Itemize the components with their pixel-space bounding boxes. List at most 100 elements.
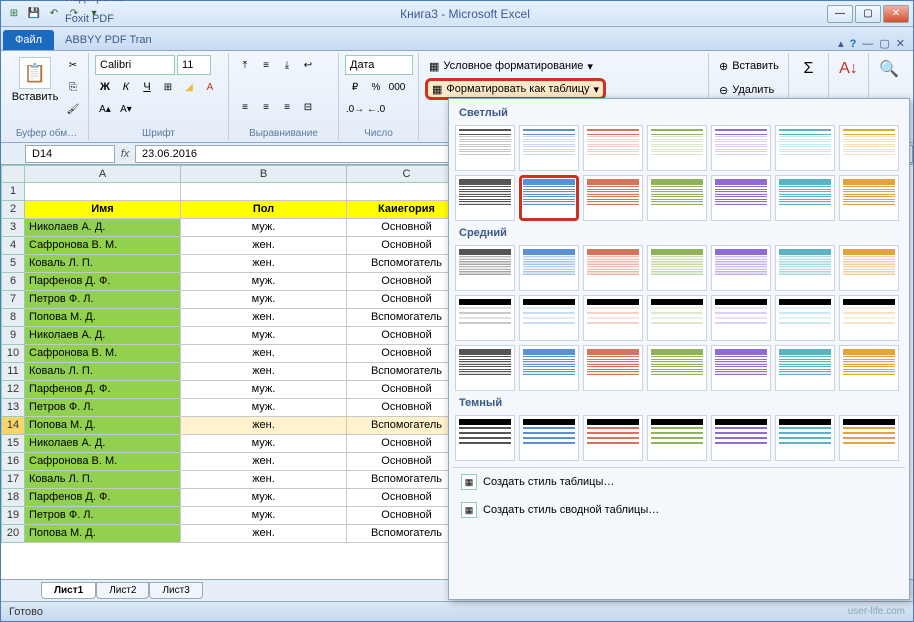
row-header[interactable]: 18 (1, 489, 25, 507)
new-pivot-style-button[interactable]: ▦ Создать стиль сводной таблицы… (453, 496, 905, 524)
cell[interactable]: Коваль Л. П. (25, 363, 181, 381)
mdi-close-icon[interactable]: ✕ (896, 37, 905, 50)
row-header[interactable]: 10 (1, 345, 25, 363)
row-header[interactable]: 1 (1, 183, 25, 201)
cell[interactable]: Петров Ф. Л. (25, 399, 181, 417)
decrease-decimal-icon[interactable]: ←.0 (366, 99, 386, 119)
cell[interactable]: Петров Ф. Л. (25, 507, 181, 525)
cell[interactable]: Николаев А. Д. (25, 435, 181, 453)
row-header[interactable]: 6 (1, 273, 25, 291)
table-style-option[interactable] (647, 125, 707, 171)
cell[interactable] (25, 183, 181, 201)
row-header[interactable]: 3 (1, 219, 25, 237)
cell[interactable]: Парфенов Д. Ф. (25, 381, 181, 399)
table-style-option[interactable] (519, 345, 579, 391)
align-center-icon[interactable]: ≡ (256, 97, 276, 117)
increase-font-icon[interactable]: A▴ (95, 99, 115, 119)
cell[interactable]: Парфенов Д. Ф. (25, 489, 181, 507)
table-style-option[interactable] (775, 125, 835, 171)
row-header[interactable]: 12 (1, 381, 25, 399)
row-header[interactable]: 15 (1, 435, 25, 453)
conditional-formatting-button[interactable]: ▦ Условное форматирование▾ (425, 55, 597, 77)
cell[interactable]: муж. (181, 327, 347, 345)
ribbon-tab[interactable]: Foxit PDF (56, 8, 161, 29)
table-style-option[interactable] (839, 175, 899, 221)
table-style-option[interactable] (583, 175, 643, 221)
table-style-option[interactable] (583, 345, 643, 391)
cell[interactable]: Николаев А. Д. (25, 327, 181, 345)
font-name-combo[interactable]: Calibri (95, 55, 175, 75)
mdi-min-icon[interactable]: — (862, 38, 873, 50)
cell[interactable]: жен. (181, 309, 347, 327)
cell[interactable]: Сафронова В. М. (25, 453, 181, 471)
table-style-option[interactable] (519, 415, 579, 461)
table-style-option[interactable] (711, 245, 771, 291)
table-style-option[interactable] (711, 345, 771, 391)
table-style-option[interactable] (455, 245, 515, 291)
cell[interactable]: муж. (181, 291, 347, 309)
table-style-option[interactable] (519, 175, 579, 221)
column-header[interactable]: A (25, 165, 181, 183)
row-header[interactable]: 8 (1, 309, 25, 327)
cell[interactable]: жен. (181, 255, 347, 273)
border-button[interactable]: ⊞ (158, 77, 178, 97)
table-style-option[interactable] (711, 295, 771, 341)
increase-decimal-icon[interactable]: .0→ (345, 99, 365, 119)
align-middle-icon[interactable]: ≡ (256, 55, 276, 75)
format-as-table-button[interactable]: ▦ Форматировать как таблицу▾ (425, 78, 606, 100)
cell[interactable]: Парфенов Д. Ф. (25, 273, 181, 291)
bold-button[interactable]: Ж (95, 77, 115, 97)
table-style-option[interactable] (647, 295, 707, 341)
row-header[interactable]: 2 (1, 201, 25, 219)
table-style-option[interactable] (775, 175, 835, 221)
fill-color-button[interactable]: ◢ (179, 77, 199, 97)
table-style-option[interactable] (519, 245, 579, 291)
cell[interactable]: муж. (181, 489, 347, 507)
maximize-button[interactable]: ▢ (855, 5, 881, 23)
cell[interactable]: Коваль Л. П. (25, 471, 181, 489)
sheet-tab[interactable]: Лист1 (41, 582, 96, 599)
row-header[interactable]: 20 (1, 525, 25, 543)
copy-icon[interactable]: ⎘ (63, 77, 83, 97)
row-header[interactable]: 11 (1, 363, 25, 381)
fx-icon[interactable]: fx (115, 148, 135, 160)
cell[interactable]: Попова М. Д. (25, 525, 181, 543)
cell[interactable]: муж. (181, 435, 347, 453)
row-header[interactable]: 9 (1, 327, 25, 345)
cell[interactable]: муж. (181, 219, 347, 237)
cell[interactable]: муж. (181, 381, 347, 399)
table-style-option[interactable] (839, 345, 899, 391)
insert-cells-button[interactable]: ⊕Вставить (715, 55, 783, 77)
font-color-button[interactable]: A (200, 77, 220, 97)
paste-button[interactable]: 📋 Вставить (11, 55, 59, 105)
row-header[interactable]: 5 (1, 255, 25, 273)
table-style-option[interactable] (583, 295, 643, 341)
new-table-style-button[interactable]: ▦ Создать стиль таблицы… (453, 467, 905, 496)
table-style-option[interactable] (775, 245, 835, 291)
cell[interactable]: жен. (181, 471, 347, 489)
row-header[interactable]: 19 (1, 507, 25, 525)
cell[interactable]: жен. (181, 453, 347, 471)
table-style-option[interactable] (711, 415, 771, 461)
row-header[interactable]: 4 (1, 237, 25, 255)
wrap-text-icon[interactable]: ↩ (298, 55, 318, 75)
sort-filter-icon[interactable]: A↓ (835, 55, 862, 83)
cell[interactable]: Петров Ф. Л. (25, 291, 181, 309)
cut-icon[interactable]: ✂ (63, 55, 83, 75)
format-painter-icon[interactable]: 🖌 (63, 99, 83, 119)
row-header[interactable]: 7 (1, 291, 25, 309)
sheet-tab[interactable]: Лист3 (149, 582, 202, 599)
close-button[interactable]: ✕ (883, 5, 909, 23)
find-icon[interactable]: 🔍 (875, 55, 903, 83)
row-header[interactable]: 13 (1, 399, 25, 417)
table-style-option[interactable] (647, 245, 707, 291)
table-style-option[interactable] (455, 345, 515, 391)
table-style-option[interactable] (583, 125, 643, 171)
decrease-font-icon[interactable]: A▾ (116, 99, 136, 119)
table-style-option[interactable] (647, 415, 707, 461)
cell[interactable]: жен. (181, 363, 347, 381)
cell[interactable]: жен. (181, 417, 347, 435)
number-format-combo[interactable]: Дата (345, 55, 413, 75)
align-right-icon[interactable]: ≡ (277, 97, 297, 117)
cell[interactable]: жен. (181, 237, 347, 255)
